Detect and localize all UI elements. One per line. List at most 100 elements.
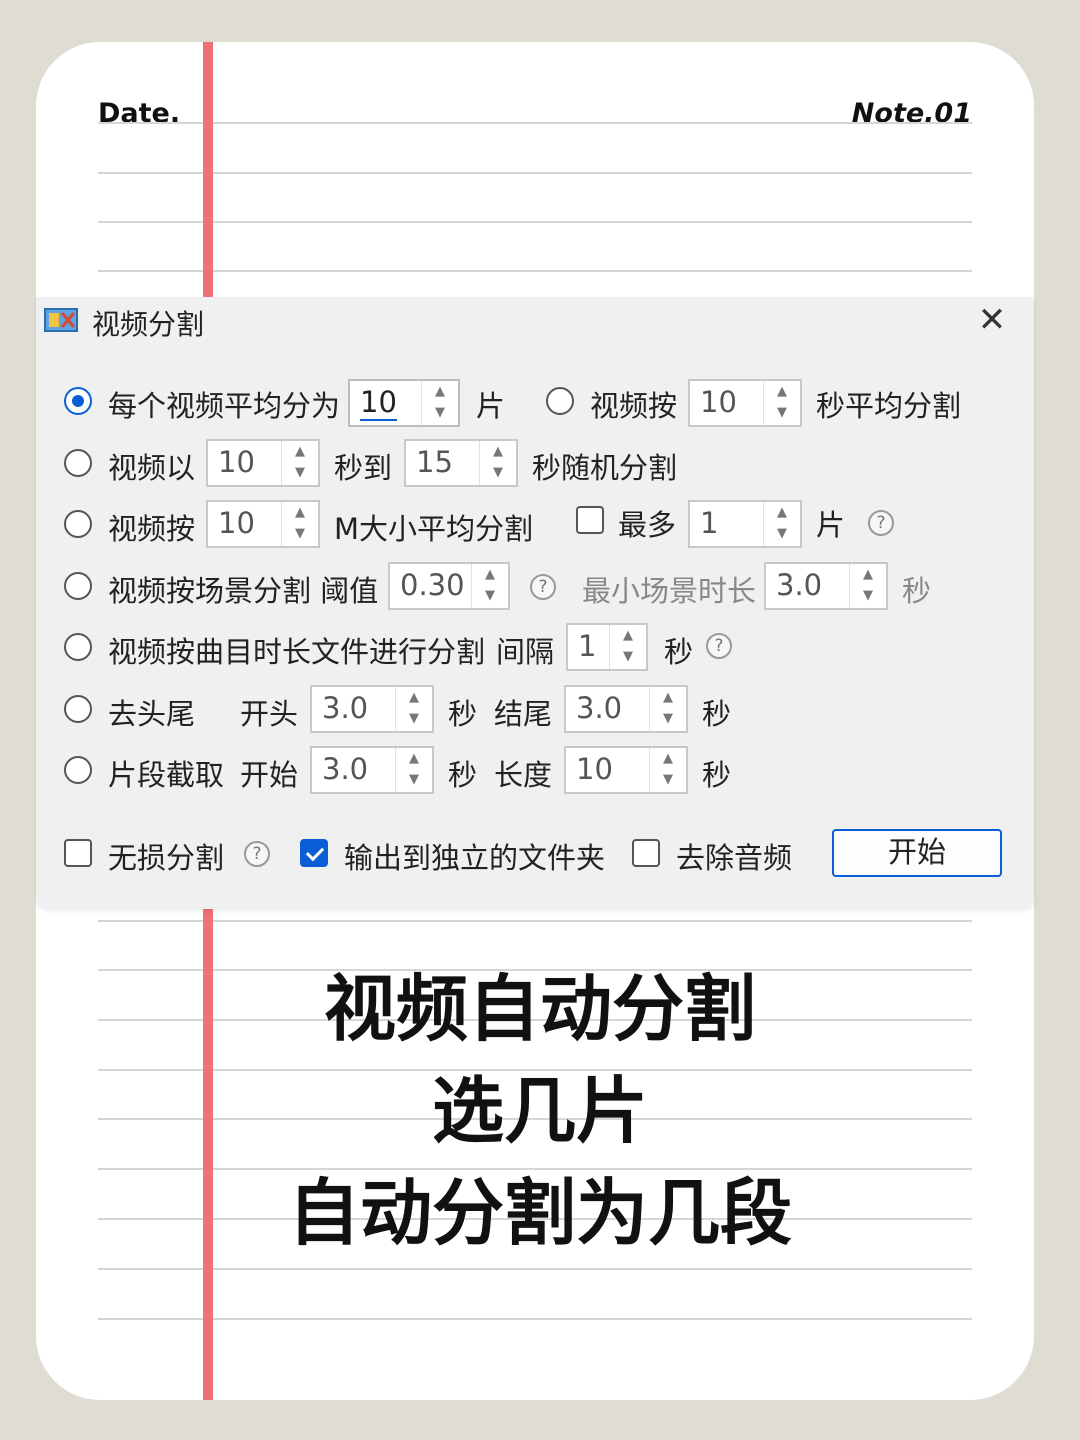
trim-prefix-label: 去头尾 (108, 697, 196, 731)
spinner-arrows-icon[interactable]: ▲ ▼ (395, 687, 432, 731)
spinner-arrows-icon[interactable]: ▲ ▼ (649, 687, 686, 731)
min-scene-label: 最小场景时长 (582, 574, 757, 608)
even-seconds-spinner[interactable]: 10 ▲ ▼ (688, 379, 802, 427)
random-prefix-label: 视频以 (108, 451, 196, 485)
spinner-arrows-icon[interactable]: ▲ ▼ (763, 381, 800, 425)
scene-threshold-spinner[interactable]: 0.30 ▲ ▼ (388, 562, 510, 610)
date-label: Date. (98, 98, 181, 129)
video-split-dialog: 视频分割 ✕ 每个视频平均分为 10 ▲ ▼ 片 视频按 10 ▲ ▼ 秒平均分割 … (36, 297, 1034, 909)
paper-rule (98, 122, 972, 124)
spinner-arrows-icon[interactable]: ▲ ▼ (649, 748, 686, 792)
radio-even-pieces[interactable] (64, 387, 92, 415)
lossless-checkbox[interactable] (64, 839, 92, 867)
spinner-arrows-icon[interactable]: ▲ ▼ (281, 502, 318, 546)
even-seconds-suffix: 秒平均分割 (816, 389, 962, 423)
paper-rule (98, 920, 972, 922)
remove-audio-checkbox[interactable] (632, 839, 660, 867)
spinner-arrows-icon[interactable]: ▲ ▼ (763, 502, 800, 546)
trim-tail-unit: 秒 (702, 697, 732, 731)
clip-length-label: 长度 (494, 758, 553, 792)
radio-track-split[interactable] (64, 633, 92, 661)
size-spinner[interactable]: 10 ▲ ▼ (206, 500, 320, 548)
spinner-arrows-icon[interactable]: ▲ ▼ (471, 564, 508, 608)
track-prefix-label: 视频按曲目时长文件进行分割 (108, 635, 486, 669)
trim-head-spinner[interactable]: 3.0 ▲ ▼ (310, 685, 434, 733)
video-app-icon (44, 308, 78, 332)
clip-length-spinner[interactable]: 10 ▲ ▼ (564, 746, 688, 794)
radio-clip[interactable] (64, 756, 92, 784)
paper-rule (98, 221, 972, 223)
radio-scene-split[interactable] (64, 572, 92, 600)
track-interval-spinner[interactable]: 1 ▲ ▼ (566, 623, 648, 671)
max-pieces-checkbox[interactable] (576, 506, 604, 534)
even-pieces-label: 每个视频平均分为 (108, 389, 341, 423)
max-pieces-unit: 片 (816, 508, 846, 542)
max-pieces-spinner[interactable]: 1 ▲ ▼ (688, 500, 802, 548)
clip-length-value: 10 (576, 752, 613, 786)
size-prefix-label: 视频按 (108, 512, 196, 546)
paper-rule (98, 1268, 972, 1270)
clip-prefix-label: 片段截取 (108, 758, 225, 792)
caption-line-1: 视频自动分割 (323, 967, 756, 1051)
clip-length-unit: 秒 (702, 758, 732, 792)
size-mid-label: M大小平均分割 (334, 512, 534, 546)
title-bar: 视频分割 ✕ (36, 297, 1034, 349)
help-icon[interactable]: ? (868, 510, 894, 536)
paper-rule (98, 270, 972, 272)
radio-random-split[interactable] (64, 449, 92, 477)
help-icon[interactable]: ? (706, 633, 732, 659)
paper-rule (98, 172, 972, 174)
trim-tail-label: 结尾 (494, 697, 553, 731)
pieces-count-spinner[interactable]: 10 ▲ ▼ (348, 379, 460, 427)
start-button[interactable]: 开始 (832, 829, 1002, 877)
scene-prefix-label: 视频按场景分割 阈值 (108, 574, 379, 608)
remove-audio-label: 去除音频 (676, 841, 793, 875)
spinner-arrows-icon[interactable]: ▲ ▼ (281, 441, 318, 485)
max-pieces-value: 1 (700, 506, 719, 540)
track-interval-label: 间隔 (496, 635, 555, 669)
note-label: Note.01 (851, 98, 972, 129)
random-to-spinner[interactable]: 15 ▲ ▼ (404, 439, 518, 487)
paper-rule (98, 1318, 972, 1320)
random-to-value: 15 (416, 445, 453, 479)
spinner-arrows-icon[interactable]: ▲ ▼ (849, 564, 886, 608)
lossless-label: 无损分割 (108, 841, 225, 875)
track-interval-value: 1 (578, 629, 597, 663)
size-value: 10 (218, 506, 255, 540)
random-from-spinner[interactable]: 10 ▲ ▼ (206, 439, 320, 487)
caption-line-2: 选几片 (431, 1069, 648, 1153)
radio-size-split[interactable] (64, 510, 92, 538)
trim-head-unit: 秒 (448, 697, 478, 731)
min-scene-spinner[interactable]: 3.0 ▲ ▼ (764, 562, 888, 610)
clip-start-spinner[interactable]: 3.0 ▲ ▼ (310, 746, 434, 794)
clip-start-unit: 秒 (448, 758, 478, 792)
spinner-arrows-icon[interactable]: ▲ ▼ (609, 625, 646, 669)
random-mid-label: 秒到 (334, 451, 393, 485)
random-suffix-label: 秒随机分割 (532, 451, 678, 485)
even-seconds-value: 10 (700, 385, 737, 419)
trim-head-value: 3.0 (322, 691, 369, 725)
trim-head-label: 开头 (240, 697, 299, 731)
scene-threshold-value: 0.30 (400, 568, 465, 602)
max-pieces-label: 最多 (618, 508, 677, 542)
spinner-arrows-icon[interactable]: ▲ ▼ (395, 748, 432, 792)
even-seconds-label: 视频按 (590, 389, 678, 423)
radio-trim[interactable] (64, 695, 92, 723)
close-button[interactable]: ✕ (974, 303, 1010, 339)
trim-tail-spinner[interactable]: 3.0 ▲ ▼ (564, 685, 688, 733)
output-folder-checkbox[interactable] (300, 839, 328, 867)
spinner-arrows-icon[interactable]: ▲ ▼ (421, 381, 458, 425)
spinner-arrows-icon[interactable]: ▲ ▼ (479, 441, 516, 485)
radio-even-seconds[interactable] (546, 387, 574, 415)
clip-start-label: 开始 (240, 758, 299, 792)
min-scene-unit: 秒 (902, 574, 932, 608)
dialog-title: 视频分割 (92, 308, 205, 341)
help-icon[interactable]: ? (530, 574, 556, 600)
pieces-count-value: 10 (360, 385, 397, 421)
trim-tail-value: 3.0 (576, 691, 623, 725)
help-icon[interactable]: ? (244, 841, 270, 867)
output-folder-label: 输出到独立的文件夹 (344, 841, 606, 875)
min-scene-value: 3.0 (776, 568, 823, 602)
clip-start-value: 3.0 (322, 752, 369, 786)
close-icon: ✕ (977, 300, 1007, 340)
